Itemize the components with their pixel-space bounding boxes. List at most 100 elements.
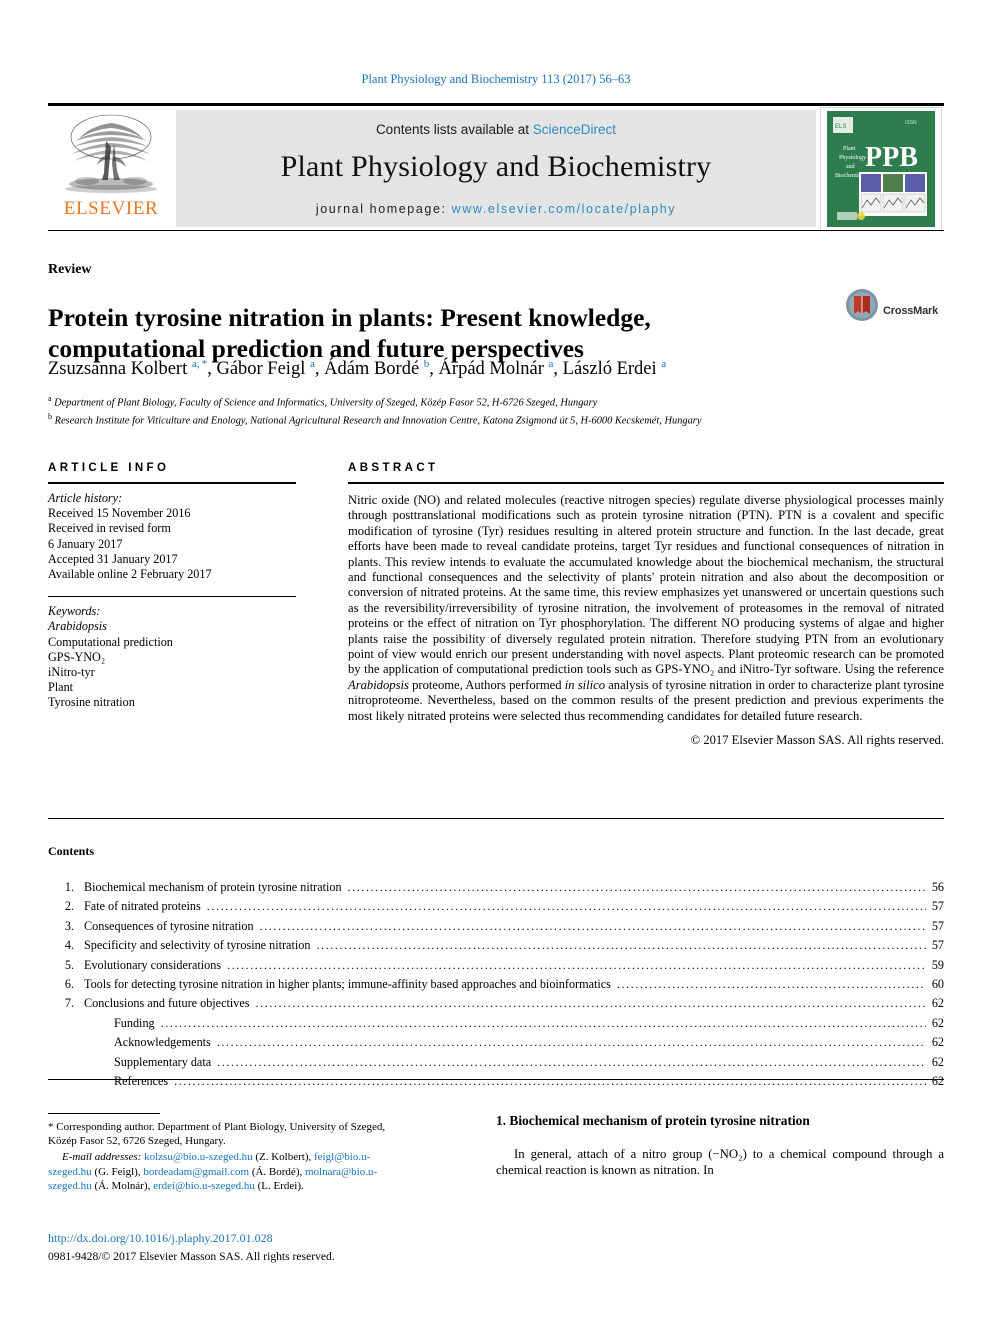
toc-entry[interactable]: 1. Biochemical mechanism of protein tyros… (48, 878, 944, 897)
keyword-item: iNitro-tyr (48, 665, 95, 680)
toc-title: Acknowledgements (114, 1035, 211, 1050)
toc-leader-dots: ........................................… (174, 1074, 926, 1089)
toc-page-number: 60 (931, 977, 944, 992)
keywords-label: Keywords: (48, 604, 101, 619)
toc-entry[interactable]: 3. Consequences of tyrosine nitration....… (48, 917, 944, 936)
toc-entry[interactable]: 7. Conclusions and future objectives.....… (48, 994, 944, 1013)
affiliation-item: b Research Institute for Viticulture and… (48, 411, 702, 427)
masthead-top-rule (48, 103, 944, 106)
elsevier-wordmark: ELSEVIER (63, 198, 159, 219)
article-type-label: Review (48, 262, 92, 277)
author-list: Zsuzsanna Kolbert a, *, Gábor Feigl a, Á… (48, 358, 667, 380)
toc-page-number: 57 (931, 899, 944, 914)
crossmark-badge[interactable]: CrossMark (845, 288, 945, 340)
toc-entry[interactable]: 2. Fate of nitrated proteins.............… (48, 897, 944, 916)
keyword-item: GPS-YNO₂ (48, 649, 106, 664)
email-link[interactable]: erdei@bio.u-szeged.hu (153, 1180, 255, 1192)
toc-number: 2. (64, 899, 74, 914)
contents-available-line: Contents lists available at ScienceDirec… (176, 110, 816, 137)
toc-number: 3. (64, 918, 74, 933)
svg-text:Plant: Plant (843, 146, 856, 152)
toc-page-number: 62 (931, 1035, 944, 1050)
section-1-title: Biochemical mechanism of protein tyrosin… (509, 1113, 810, 1128)
section-1-heading: 1. Biochemical mechanism of protein tyro… (496, 1113, 944, 1129)
toc-title: Specificity and selectivity of tyrosine … (84, 938, 311, 953)
keyword-item: Plant (48, 680, 74, 695)
toc-leader-dots: ........................................… (347, 880, 926, 894)
article-history-item: Accepted 31 January 2017 (48, 551, 178, 566)
journal-homepage-line: journal homepage: www.elsevier.com/locat… (176, 202, 816, 216)
keyword-item: Computational prediction (48, 634, 173, 649)
sciencedirect-link[interactable]: ScienceDirect (533, 122, 616, 137)
contents-heading: Contents (48, 844, 95, 858)
toc-entry[interactable]: 5. Evolutionary considerations...........… (48, 956, 944, 975)
corresponding-author-note: * Corresponding author. Department of Pl… (48, 1121, 386, 1148)
keyword-item: Tyrosine nitration (48, 695, 135, 710)
article-title: Protein tyrosine nitration in plants: Pr… (48, 303, 651, 364)
footnote-rule (48, 1113, 160, 1114)
toc-title: Tools for detecting tyrosine nitration i… (84, 977, 611, 992)
article-history-item: Received in revised form (48, 521, 171, 536)
toc-entry[interactable]: 0.Acknowledgements......................… (48, 1033, 944, 1052)
crossmark-icon (846, 289, 878, 321)
toc-leader-dots: ........................................… (206, 899, 926, 914)
abstract-copyright: © 2017 Elsevier Masson SAS. All rights r… (690, 733, 944, 748)
masthead-bottom-rule (48, 230, 944, 231)
journal-masthead: ELSEVIER Contents lists available at Sci… (48, 103, 944, 231)
toc-number: 4. (64, 938, 74, 953)
toc-page-number: 62 (931, 1054, 944, 1069)
toc-entry[interactable]: 0.Funding...............................… (48, 1014, 944, 1033)
toc-leader-dots: ........................................… (227, 957, 926, 972)
footer-top-rule (48, 1079, 944, 1080)
toc-page-number: 59 (931, 957, 944, 972)
email-owner: (Z. Kolbert) (255, 1151, 309, 1164)
contents-top-rule (48, 818, 944, 819)
article-info-rule (48, 482, 296, 484)
toc-title: Consequences of tyrosine nitration (84, 918, 254, 933)
doi-link[interactable]: http://dx.doi.org/10.1016/j.plaphy.2017.… (48, 1231, 273, 1246)
svg-text:ISSN: ISSN (905, 120, 917, 126)
toc-entry[interactable]: 0.References............................… (48, 1072, 944, 1091)
toc-title: Biochemical mechanism of protein tyrosin… (84, 880, 342, 894)
email-link[interactable]: kolzsu@bio.u-szeged.hu (144, 1151, 253, 1163)
toc-leader-dots: ........................................… (160, 1015, 926, 1030)
article-first-page: Plant Physiology and Biochemistry 113 (2… (0, 0, 992, 1323)
crossmark-label: CrossMark (883, 305, 939, 317)
toc-title: Evolutionary considerations (84, 957, 222, 972)
toc-leader-dots: ........................................… (216, 1035, 926, 1050)
email-link[interactable]: bordeadam@gmail.com (143, 1166, 249, 1178)
abstract-heading: ABSTRACT (348, 462, 439, 474)
toc-page-number: 57 (931, 938, 944, 953)
email-owner: (Á. Molnár) (94, 1179, 148, 1192)
keyword-lines: Arabidopsis Computational prediction GPS-Y… (48, 619, 296, 710)
elsevier-tree-icon (65, 114, 157, 193)
article-info-divider (48, 596, 296, 598)
toc-title: Conclusions and future objectives (84, 996, 250, 1011)
article-history-item: 6 January 2017 (48, 536, 123, 551)
article-history-lines: Received 15 November 2016 Received in rev… (48, 506, 296, 582)
journal-cover-thumbnail: ELS ISSN Plant Physiology and Biochemist… (820, 107, 942, 231)
affiliation-list: a Department of Plant Biology, Faculty o… (48, 392, 938, 427)
toc-number: 1. (64, 880, 74, 894)
footnote-block: * Corresponding author. Department of Pl… (48, 1113, 396, 1193)
journal-title: Plant Physiology and Biochemistry (280, 150, 712, 183)
homepage-url-link[interactable]: www.elsevier.com/locate/plaphy (452, 202, 676, 216)
toc-entry[interactable]: 0.Supplementary data....................… (48, 1053, 944, 1072)
article-history-block: Article history: Received 15 November 20… (48, 491, 296, 582)
toc-number: 5. (64, 957, 74, 972)
abstract-rule (348, 482, 944, 484)
section-1-paragraph: In general, attach of a nitro group (−NO… (496, 1147, 944, 1178)
svg-text:and: and (846, 164, 855, 170)
toc-leader-dots: ........................................… (259, 918, 926, 933)
affiliation-item: a Department of Plant Biology, Faculty o… (48, 394, 598, 409)
toc-leader-dots: ........................................… (616, 977, 926, 992)
toc-entry[interactable]: 4. Specificity and selectivity of tyrosin… (48, 936, 944, 955)
elsevier-logo-block: ELSEVIER (52, 111, 170, 227)
section-1-number: 1. (496, 1113, 507, 1128)
toc-entry[interactable]: 6. Tools for detecting tyrosine nitration… (48, 975, 944, 994)
toc-title: Fate of nitrated proteins (84, 899, 201, 914)
email-owner: (L. Erdei) (257, 1179, 301, 1192)
toc-page-number: 62 (931, 996, 944, 1011)
keyword-item: Arabidopsis (48, 619, 107, 634)
toc-page-number: 62 (931, 1015, 944, 1030)
